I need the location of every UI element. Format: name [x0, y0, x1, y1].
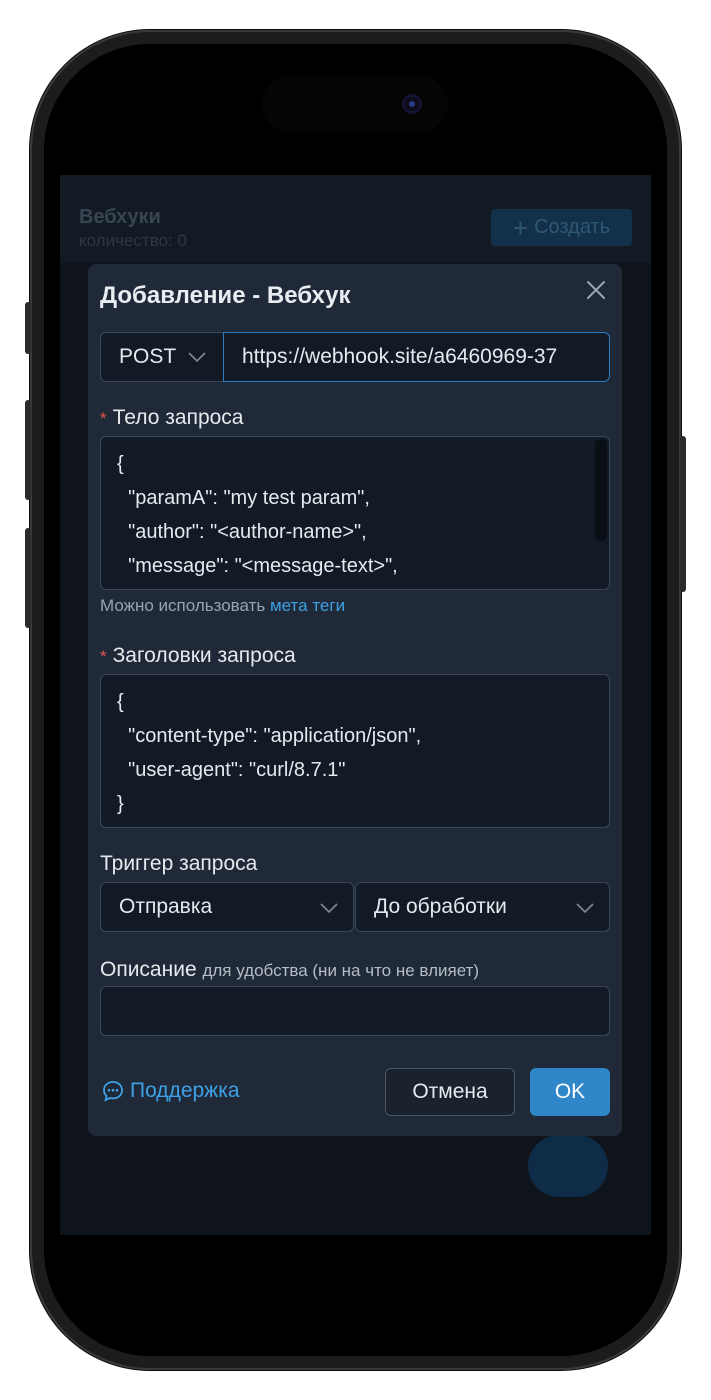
close-icon[interactable] [584, 278, 608, 302]
method-select[interactable]: POST [100, 332, 224, 382]
camera-icon [402, 94, 422, 114]
chat-bubble-icon [103, 1081, 123, 1102]
body-label-text: Тело запроса [112, 406, 244, 429]
trigger-event-select[interactable]: Отправка [100, 882, 354, 932]
add-webhook-dialog: Добавление - Вебхук POST https://webhook… [88, 264, 622, 1136]
dialog-title: Добавление - Вебхук [100, 282, 351, 309]
trigger-timing-value: До обработки [374, 895, 507, 918]
body-label: * Тело запроса [100, 406, 243, 430]
page-header: Вебхуки количество: 0 + Создать [60, 175, 651, 263]
headers-label-text: Заголовки запроса [112, 644, 296, 667]
required-marker: * [100, 647, 107, 666]
headers-line: "content-type": "application/json", [117, 725, 422, 747]
body-line: "author": "<author-name>", [117, 521, 367, 543]
body-scrollbar[interactable] [595, 439, 607, 541]
method-value: POST [119, 345, 177, 368]
headers-line: } [117, 793, 124, 815]
body-line: { [117, 453, 124, 475]
request-headers-textarea[interactable]: { "content-type": "application/json", "u… [100, 674, 610, 828]
description-label: Описание для удобства (ни на что не влия… [100, 958, 479, 982]
page-title: Вебхуки [79, 206, 161, 228]
ok-button[interactable]: OK [530, 1068, 610, 1116]
cancel-button[interactable]: Отмена [385, 1068, 515, 1116]
trigger-timing-select[interactable]: До обработки [355, 882, 610, 932]
description-input[interactable] [100, 986, 610, 1036]
description-note: для удобства (ни на что не влияет) [202, 961, 480, 980]
required-marker: * [100, 409, 107, 428]
body-line: "paramA": "my test param", [117, 487, 370, 509]
chevron-down-icon [576, 903, 594, 914]
dynamic-island [262, 76, 448, 132]
headers-line: "user-agent": "curl/8.7.1" [117, 759, 346, 781]
description-label-text: Описание [100, 958, 197, 981]
chevron-down-icon [188, 352, 206, 363]
side-button-volume-down [25, 528, 31, 628]
url-value: https://webhook.site/a6460969-37 [242, 345, 558, 368]
floating-action-button [528, 1135, 608, 1197]
trigger-label: Триггер запроса [100, 852, 258, 875]
headers-label: * Заголовки запроса [100, 644, 296, 668]
meta-tags-link[interactable]: мета теги [270, 596, 345, 615]
meta-tags-hint: Можно использовать мета теги [100, 596, 345, 616]
support-label: Поддержка [130, 1079, 240, 1102]
create-button[interactable]: + Создать [491, 209, 632, 246]
plus-icon: + [512, 212, 529, 243]
chevron-down-icon [320, 903, 338, 914]
url-input[interactable]: https://webhook.site/a6460969-37 [223, 332, 610, 382]
side-button-action [25, 302, 31, 354]
side-button-power [680, 436, 686, 592]
webhook-count: количество: 0 [79, 231, 187, 250]
support-link[interactable]: Поддержка [102, 1079, 240, 1103]
request-body-textarea[interactable]: { "paramA": "my test param", "author": "… [100, 436, 610, 590]
trigger-event-value: Отправка [119, 895, 213, 918]
headers-line: { [117, 691, 124, 713]
body-line: "message": "<message-text>", [117, 555, 398, 577]
hint-text: Можно использовать [100, 596, 266, 615]
create-button-label: Создать [534, 216, 611, 238]
side-button-volume-up [25, 400, 31, 500]
